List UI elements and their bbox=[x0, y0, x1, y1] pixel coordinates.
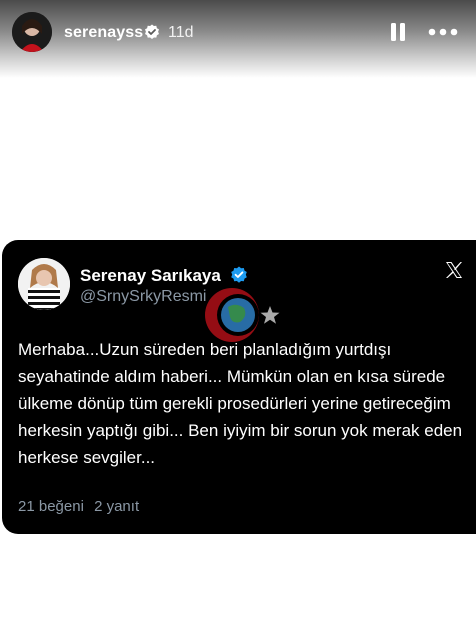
verified-badge-icon bbox=[145, 24, 159, 39]
avatar-image bbox=[12, 12, 52, 52]
pause-icon[interactable] bbox=[388, 22, 408, 42]
tweet-avatar-image bbox=[18, 258, 70, 310]
story-time-ago: 11d bbox=[168, 24, 194, 41]
tweet-likes[interactable]: 21 beğeni bbox=[18, 498, 84, 515]
tweet-handle[interactable]: @SrnySrkyResmi bbox=[80, 288, 206, 306]
verified-badge-icon bbox=[231, 266, 247, 283]
tweet-avatar[interactable] bbox=[18, 258, 70, 310]
tweet-replies[interactable]: 2 yanıt bbox=[94, 498, 139, 515]
x-logo-icon[interactable] bbox=[444, 260, 464, 280]
tweet-text: Merhaba...Uzun süreden beri planladığım … bbox=[18, 340, 463, 467]
story-username[interactable]: serenayss bbox=[64, 24, 143, 42]
tweet-card[interactable]: Serenay Sarıkaya @SrnySrkyResmi Merhaba.… bbox=[2, 240, 476, 534]
story-header: serenayss 11d bbox=[0, 0, 476, 78]
tweet-display-name[interactable]: Serenay Sarıkaya bbox=[80, 266, 221, 286]
tweet-stats: 21 beğeni 2 yanıt bbox=[18, 498, 139, 515]
story-avatar[interactable] bbox=[12, 12, 52, 52]
more-options-icon[interactable] bbox=[428, 26, 458, 38]
